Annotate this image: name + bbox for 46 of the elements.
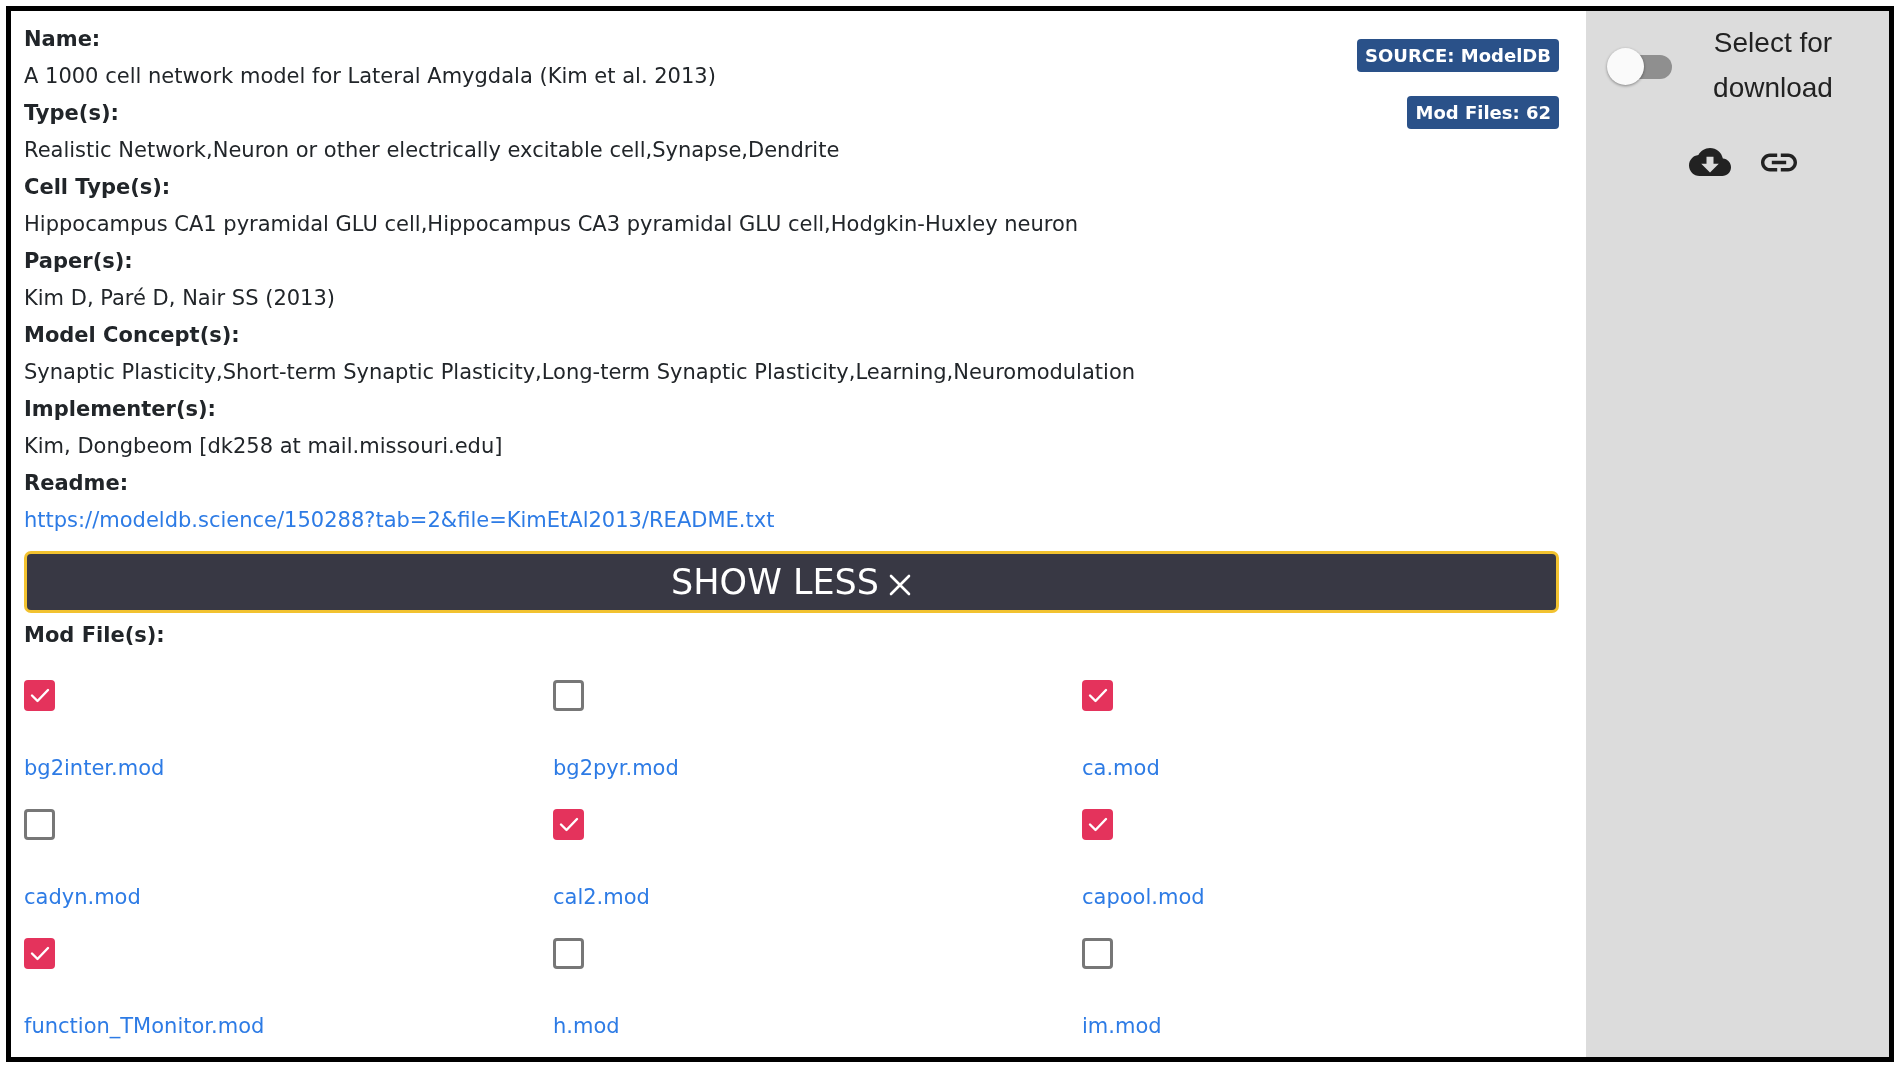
file-checkbox[interactable] (1082, 938, 1113, 969)
field-label: Implementer(s): (24, 396, 216, 423)
check-icon (1087, 688, 1108, 703)
file-link[interactable]: h.mod (553, 1011, 620, 1041)
check-icon (29, 688, 50, 703)
section-label: Mod File(s): (24, 622, 165, 649)
file-link[interactable]: capool.mod (1082, 882, 1205, 912)
field-value: A 1000 cell network model for Lateral Amygdala (Kim et al. 2013) (24, 63, 716, 90)
file-checkbox[interactable] (553, 938, 584, 969)
file-checkbox[interactable] (1082, 680, 1113, 711)
field-value: Kim, Dongbeom [dk258 at mail.missouri.edu] (24, 433, 503, 460)
file-link[interactable]: im.mod (1082, 1011, 1162, 1041)
field-label: Type(s): (24, 100, 119, 127)
file-checkbox[interactable] (553, 680, 584, 711)
field-value: Realistic Network,Neuron or other electrically excitable cell,Synapse,Dendrite (24, 137, 840, 164)
field-label: Model Concept(s): (24, 322, 240, 349)
file-link[interactable]: bg2pyr.mod (553, 753, 679, 783)
file-checkbox[interactable] (24, 680, 55, 711)
close-icon (887, 573, 912, 597)
field-value: Kim D, Paré D, Nair SS (2013) (24, 285, 336, 312)
file-checkbox[interactable] (553, 809, 584, 840)
info-badge: Mod Files: 62 (1407, 96, 1559, 129)
field-label: Readme: (24, 470, 129, 497)
file-link[interactable]: cadyn.mod (24, 882, 141, 912)
toggle-label: Select for download (1712, 26, 1834, 105)
info-badge: SOURCE: ModelDB (1357, 39, 1559, 72)
field-value: Synaptic Plasticity,Short-term Synaptic Plasticity,Long-term Synaptic Plasticity,Learning,Neuromodulation (24, 359, 1136, 386)
field-label: Name: (24, 26, 101, 53)
check-icon (1087, 817, 1108, 832)
field-label: Cell Type(s): (24, 174, 171, 201)
file-checkbox[interactable] (1082, 809, 1113, 840)
file-link[interactable]: ca.mod (1082, 753, 1160, 783)
field-value: Hippocampus CA1 pyramidal GLU cell,Hippocampus CA3 pyramidal GLU cell,Hodgkin-Huxley neuron (24, 211, 1079, 238)
link-icon[interactable] (1760, 152, 1797, 172)
file-checkbox[interactable] (24, 809, 55, 840)
cloud-download-icon[interactable] (1688, 148, 1731, 176)
readme-link[interactable]: https://modeldb.science/150288?tab=2&file=KimEtAl2013/README.txt (24, 502, 775, 539)
check-icon (29, 946, 50, 961)
field-label: Paper(s): (24, 248, 133, 275)
file-link[interactable]: cal2.mod (553, 882, 650, 912)
toggle-switch[interactable] (1607, 48, 1672, 85)
check-icon (558, 817, 579, 832)
file-link[interactable]: bg2inter.mod (24, 753, 165, 783)
file-checkbox[interactable] (24, 938, 55, 969)
file-link[interactable]: function_TMonitor.mod (24, 1011, 265, 1041)
show-less-button[interactable]: SHOW LESS (24, 551, 1559, 613)
